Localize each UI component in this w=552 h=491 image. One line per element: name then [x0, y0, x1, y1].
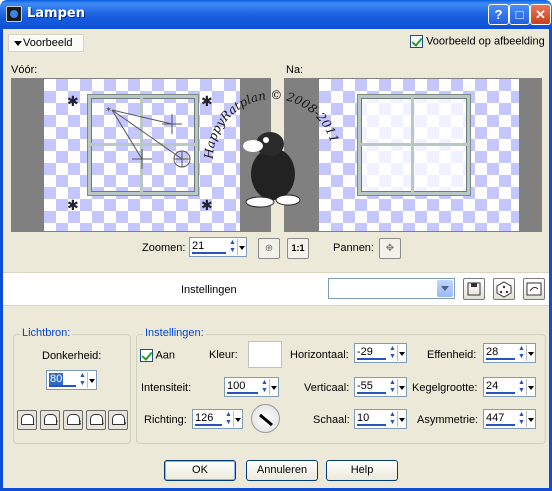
zoom-to-fit-button[interactable]: ⊕ — [258, 238, 280, 259]
light-marker-3-icon: ✱ — [67, 197, 79, 213]
title-bar: Lampen ? □ ✕ — [0, 0, 552, 29]
intensity-updown-icon[interactable]: ▲ ▼ — [260, 379, 269, 395]
lamp-3-button[interactable]: 3 — [63, 410, 83, 430]
preview-toggle-button[interactable]: Voorbeeld — [8, 34, 84, 52]
asymmetry-spinner[interactable]: 447 ▲ ▼ — [483, 409, 536, 429]
sharpness-value: 28 — [486, 346, 499, 358]
vertical-spinner[interactable]: -55 ▲ ▼ — [354, 377, 407, 397]
horizontal-label: Horizontaal: — [290, 349, 349, 361]
color-swatch[interactable] — [248, 341, 282, 368]
cone-size-spinner[interactable]: 24 ▲ ▼ — [483, 377, 536, 397]
darkness-value: 80 — [49, 373, 64, 385]
scale-spinner[interactable]: 10 ▲ ▼ — [354, 409, 407, 429]
horizontal-value: -29 — [357, 346, 373, 358]
floppy-icon — [467, 282, 481, 296]
intensity-spinner[interactable]: 100 ▲ ▼ — [224, 377, 279, 397]
vertical-updown-icon[interactable]: ▲ ▼ — [388, 379, 397, 395]
lamp-4-button[interactable]: 4 — [86, 410, 106, 430]
sharpness-label: Effenheid: — [427, 349, 477, 361]
reset-icon — [526, 282, 542, 296]
zoom-label: Zoomen: — [142, 242, 186, 254]
intensity-label: Intensiteit: — [141, 382, 192, 394]
direction-dial[interactable] — [251, 404, 280, 433]
zoom-updown-icon[interactable]: ▲ ▼ — [228, 239, 237, 255]
randomize-button[interactable] — [493, 278, 515, 300]
scale-dropdown-icon[interactable] — [397, 411, 405, 427]
sharpness-dropdown-icon[interactable] — [526, 345, 534, 361]
settings-bar-label: Instellingen — [181, 284, 237, 296]
light-marker-1-icon: ✱ — [67, 93, 79, 109]
cone-size-dropdown-icon[interactable] — [526, 379, 534, 395]
light-guides: * — [106, 106, 191, 169]
chevron-down-icon[interactable] — [437, 280, 453, 297]
preview-on-image-option[interactable]: Voorbeeld op afbeelding — [410, 35, 545, 48]
window-title: Lampen — [27, 6, 85, 21]
scale-updown-icon[interactable]: ▲ ▼ — [388, 411, 397, 427]
settings-title: Instellingen: — [143, 327, 206, 339]
preview-on-image-label: Voorbeeld op afbeelding — [426, 35, 545, 48]
cone-size-label: Kegelgrootte: — [412, 382, 478, 394]
color-label: Kleur: — [209, 349, 238, 361]
direction-spinner[interactable]: 126 ▲ ▼ — [192, 409, 243, 429]
on-checkbox[interactable] — [140, 349, 153, 362]
direction-updown-icon[interactable]: ▲ ▼ — [224, 411, 233, 427]
help-title-button[interactable]: ? — [488, 4, 509, 25]
cone-size-value: 24 — [486, 380, 499, 392]
zoom-value: 21 — [192, 240, 205, 252]
asymmetry-label: Asymmetrie: — [417, 414, 479, 426]
lamp-5-button[interactable]: 5 — [108, 410, 128, 430]
darkness-label: Donkerheid: — [42, 350, 102, 362]
zoom-actual-size-button[interactable]: 1:1 — [287, 238, 309, 259]
preview-toggle-label: Voorbeeld — [23, 37, 73, 49]
vertical-dropdown-icon[interactable] — [397, 379, 405, 395]
save-preset-button[interactable] — [463, 278, 485, 300]
darkness-updown-icon[interactable]: ▲ ▼ — [78, 372, 87, 388]
preview-on-image-checkbox[interactable] — [410, 35, 423, 48]
lamp-1-button[interactable]: 1 — [17, 410, 37, 430]
horizontal-updown-icon[interactable]: ▲ ▼ — [388, 345, 397, 361]
after-window-image — [358, 95, 470, 195]
horizontal-spinner[interactable]: -29 ▲ ▼ — [354, 343, 407, 363]
direction-value: 126 — [195, 412, 214, 424]
maximize-button[interactable]: □ — [509, 4, 530, 25]
direction-label: Richting: — [144, 414, 187, 426]
pan-button[interactable]: ✥ — [379, 238, 401, 259]
dice-icon — [496, 281, 512, 298]
asymmetry-updown-icon[interactable]: ▲ ▼ — [517, 411, 526, 427]
watermark-logo: HappyRatplan © 2008-2011 — [202, 88, 341, 208]
darkness-spinner[interactable]: 80 ▲ ▼ — [46, 370, 97, 390]
sharpness-updown-icon[interactable]: ▲ ▼ — [517, 345, 526, 361]
on-label: Aan — [155, 349, 176, 362]
scale-value: 10 — [357, 412, 370, 424]
horizontal-dropdown-icon[interactable] — [397, 345, 405, 361]
darkness-dropdown-icon[interactable] — [87, 372, 95, 388]
app-icon — [6, 6, 22, 22]
after-label: Na: — [286, 64, 304, 76]
intensity-dropdown-icon[interactable] — [269, 379, 277, 395]
help-button[interactable]: Help — [326, 460, 398, 481]
direction-arrow-icon — [259, 413, 273, 427]
cone-size-updown-icon[interactable]: ▲ ▼ — [517, 379, 526, 395]
cancel-button[interactable]: Annuleren — [246, 460, 318, 481]
lamp-2-button[interactable]: 2 — [40, 410, 60, 430]
asymmetry-dropdown-icon[interactable] — [526, 411, 534, 427]
vertical-value: -55 — [357, 380, 373, 392]
vertical-label: Verticaal: — [304, 382, 350, 394]
ok-button[interactable]: OK — [164, 460, 236, 481]
asymmetry-value: 447 — [486, 412, 505, 424]
zoom-dropdown-icon[interactable] — [237, 239, 245, 255]
before-label: Vóór: — [11, 64, 38, 76]
close-button[interactable]: ✕ — [530, 4, 551, 25]
pan-label: Pannen: — [333, 242, 374, 254]
direction-dropdown-icon[interactable] — [233, 411, 241, 427]
intensity-value: 100 — [227, 380, 246, 392]
reset-button[interactable] — [523, 278, 545, 300]
on-option[interactable]: Aan — [140, 349, 175, 362]
sharpness-spinner[interactable]: 28 ▲ ▼ — [483, 343, 536, 363]
light-source-title: Lichtbron: — [20, 327, 73, 339]
svg-text:*: * — [106, 106, 111, 117]
preset-combobox[interactable] — [328, 278, 455, 299]
zoom-spinner[interactable]: 21 ▲ ▼ — [189, 237, 247, 257]
scale-label: Schaal: — [313, 414, 350, 426]
